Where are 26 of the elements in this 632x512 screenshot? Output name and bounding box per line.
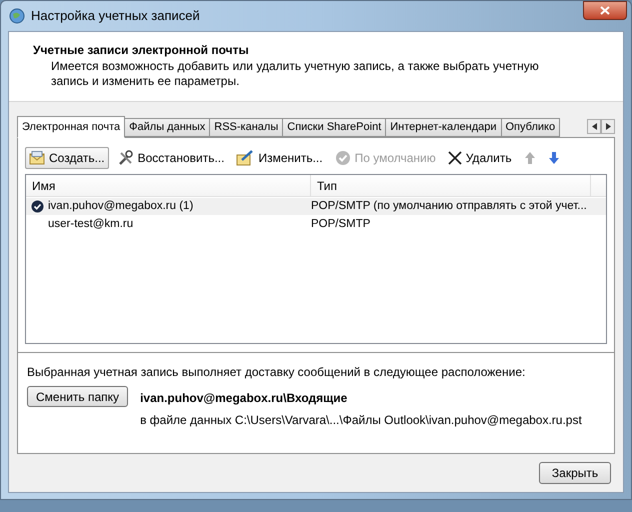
window-title: Настройка учетных записей: [31, 7, 200, 26]
account-name: ivan.puhov@megabox.ru (1): [48, 198, 194, 214]
change-folder-button[interactable]: Сменить папку: [27, 386, 128, 407]
column-header[interactable]: Имя: [26, 175, 311, 196]
account-name: user-test@km.ru: [48, 216, 134, 232]
account-type: POP/SMTP: [310, 216, 370, 232]
account-row[interactable]: ivan.puhov@megabox.ru (1) POP/SMTP (по умолчанию отправлять с этой учет...: [26, 198, 606, 215]
account-type: POP/SMTP (по умолчанию отправлять с этой учет...: [310, 198, 587, 214]
dialog-button[interactable]: Закрыть: [539, 462, 611, 484]
delivery-caption: Выбранная учетная запись выполняет доставку сообщений в следующее расположение:: [27, 364, 526, 381]
tab[interactable]: Опублико: [502, 118, 560, 137]
toolbar-button[interactable]: Создать...: [25, 147, 109, 169]
tab[interactable]: Списки SharePoint: [283, 118, 386, 137]
column-header[interactable]: Тип: [311, 175, 591, 196]
delivery-folder: ivan.puhov@megabox.ru\Входящие: [140, 390, 348, 407]
account-row[interactable]: user-test@km.ru POP/SMTP: [26, 216, 606, 233]
header-description: Имеется возможность добавить или удалить учетную запись, а также выбрать учетную запись и изменить ее параметры.: [50, 59, 540, 89]
toolbar-button[interactable]: Восстановить...: [114, 147, 228, 169]
header-title: Учетные записи электронной почты: [33, 42, 250, 59]
tab[interactable]: Файлы данных: [125, 118, 210, 137]
tab[interactable]: Электронная почта: [17, 116, 126, 138]
tab[interactable]: RSS-каналы: [210, 118, 284, 137]
tab[interactable]: Интернет-календари: [386, 118, 502, 137]
toolbar-button[interactable]: Изменить...: [233, 147, 326, 169]
delivery-file: в файле данных C:\Users\Varvara\...\Файлы Outlook\ivan.puhov@megabox.ru.pst: [140, 412, 582, 429]
toolbar-button[interactable]: Удалить: [444, 147, 515, 169]
